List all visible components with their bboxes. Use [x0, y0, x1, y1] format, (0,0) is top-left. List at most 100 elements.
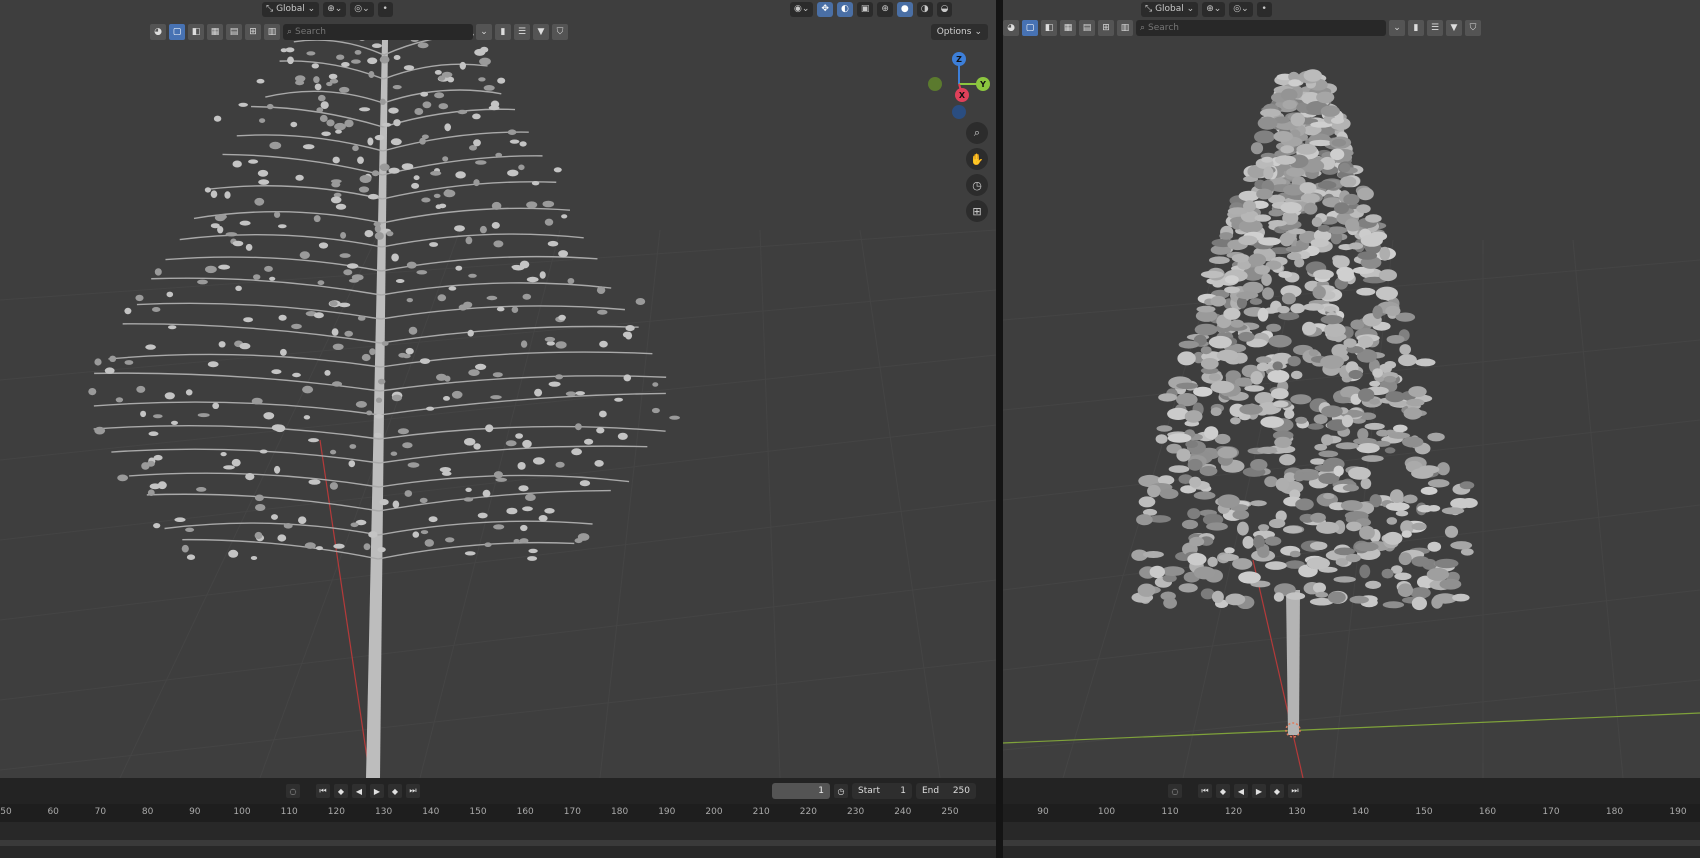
end-frame-field[interactable]: End 250: [916, 783, 976, 799]
current-frame-field[interactable]: 1: [772, 783, 830, 799]
play-reverse-icon[interactable]: ◀: [1234, 784, 1248, 798]
right-proportional-edit-button[interactable]: •: [1256, 1, 1272, 17]
gizmo-toggle[interactable]: ✥: [817, 1, 833, 17]
left-timeline-scrollbar[interactable]: [0, 840, 996, 846]
select-mode-3-icon[interactable]: ▤: [1079, 20, 1095, 36]
stopwatch-icon[interactable]: ◷: [834, 784, 848, 798]
right-header-transform: ⤡ Global ⌄ ⊕ ⌄ ◎ ⌄ •: [1141, 0, 1272, 18]
sort-icon[interactable]: ⌄: [476, 24, 492, 40]
select-mode-icon[interactable]: ◧: [188, 24, 204, 40]
shading-material[interactable]: ◑: [916, 1, 933, 17]
overlay-toggle[interactable]: ◐: [836, 1, 853, 17]
select-mode-3-icon[interactable]: ▤: [226, 24, 242, 40]
library-icon[interactable]: ▥: [264, 24, 280, 40]
filter-icon[interactable]: ▼: [1446, 20, 1462, 36]
proportional-edit-icon: •: [382, 4, 388, 14]
layout-icon[interactable]: ☰: [514, 24, 530, 40]
play-icon[interactable]: ▶: [370, 784, 384, 798]
select-box-icon[interactable]: ▢: [1022, 20, 1038, 36]
prev-keyframe-icon[interactable]: ◆: [1216, 784, 1230, 798]
right-search-field[interactable]: ⌕: [1136, 20, 1386, 36]
right-viewport[interactable]: ⤡ Global ⌄ ⊕⌄ ◎⌄ • ◕ ▢ ◧ ▦ ▤ ⊞ ▥ ⌕ ⌄ ▮ ☰…: [1003, 0, 1700, 778]
hierarchy-icon[interactable]: ⊞: [1098, 20, 1114, 36]
left-frame-tick-label: 110: [280, 807, 298, 817]
left-tool-row: ◕ ▢ ◧ ▦ ▤ ⊞ ▥ ⌕ ⌄ ▮ ☰ ▼ ⛉: [150, 22, 568, 42]
left-scene: [0, 28, 996, 778]
shield-icon[interactable]: ⛉: [1465, 20, 1481, 36]
left-frame-ruler[interactable]: 50 60 70 80 90 100 110 120 130 140 150 160 170 180 190…: [0, 804, 996, 822]
left-frame-tick-label: 60: [47, 807, 59, 817]
left-frame-tick-label: 140: [422, 807, 440, 817]
color-wheel-icon[interactable]: ◕: [1003, 20, 1019, 36]
right-snap-dropdown[interactable]: ◎ ⌄: [1229, 1, 1253, 17]
jump-start-icon[interactable]: ⏮: [1198, 784, 1212, 798]
jump-end-icon[interactable]: ⏭: [1288, 784, 1302, 798]
gizmo-neg-y-axis[interactable]: [928, 77, 942, 91]
right-transform-orientation-dropdown[interactable]: ⤡ Global ⌄: [1141, 1, 1199, 17]
gizmo-x-axis[interactable]: X: [955, 88, 969, 102]
shield-icon[interactable]: ⛉: [552, 24, 568, 40]
shading-wireframe[interactable]: ⊕: [877, 1, 893, 17]
right-pivot-dropdown[interactable]: ⊕ ⌄: [1202, 1, 1226, 17]
select-mode-2-icon[interactable]: ▦: [207, 24, 223, 40]
left-search-input[interactable]: [295, 27, 473, 37]
left-playback-controls: ◌ ⏮ ◆ ◀ ▶ ◆ ⏭: [286, 782, 420, 800]
orientation-icon: ⤡: [1145, 4, 1153, 14]
view-object-types-dropdown[interactable]: ◉ ⌄: [790, 1, 814, 17]
gizmo-z-axis[interactable]: Z: [952, 52, 966, 66]
right-timeline-tracks[interactable]: [1003, 822, 1700, 858]
library-icon[interactable]: ▥: [1117, 20, 1133, 36]
navigation-gizmo[interactable]: Z Y X: [924, 48, 994, 119]
grid-icon[interactable]: ⊞: [966, 200, 988, 222]
right-frame-tick-label: 140: [1351, 807, 1370, 817]
left-viewport[interactable]: ⤡ Global ⌄ ⊕ ⌄ ◎ ⌄ • ◉ ⌄ ✥ ◐ ▣ ⊕ ● ◑ ◒ ◕ ▢ …: [0, 0, 996, 778]
right-tree-foliage: [1131, 69, 1478, 611]
start-frame-field[interactable]: Start 1: [852, 783, 912, 799]
xray-toggle[interactable]: ▣: [856, 1, 874, 17]
select-mode-icon[interactable]: ◧: [1041, 20, 1057, 36]
color-wheel-icon[interactable]: ◕: [150, 24, 166, 40]
pane-divider[interactable]: [996, 0, 1003, 858]
left-frame-tick-label: 50: [0, 807, 12, 817]
material-sphere-icon: ◑: [920, 4, 929, 14]
proportional-edit-button[interactable]: •: [377, 1, 393, 17]
keying-icon[interactable]: ◌: [286, 784, 300, 798]
layout-icon[interactable]: ☰: [1427, 20, 1443, 36]
next-keyframe-icon[interactable]: ◆: [1270, 784, 1284, 798]
options-dropdown[interactable]: Options ⌄: [930, 24, 988, 40]
right-frame-ruler[interactable]: 90 100 110 120 130 140 150 160 170 180 190: [1003, 804, 1700, 822]
gizmo-neg-z-axis[interactable]: [952, 105, 966, 119]
camera-icon[interactable]: ◷: [966, 174, 988, 196]
shading-rendered[interactable]: ◒: [936, 1, 953, 17]
left-frame-tick-label: 150: [469, 807, 487, 817]
play-icon[interactable]: ▶: [1252, 784, 1266, 798]
select-box-icon[interactable]: ▢: [169, 24, 185, 40]
right-frame-tick-label: 160: [1478, 807, 1497, 817]
pivot-dropdown[interactable]: ⊕ ⌄: [323, 1, 347, 17]
sort-icon[interactable]: ⌄: [1389, 20, 1405, 36]
filter-icon[interactable]: ▼: [533, 24, 549, 40]
left-search-field[interactable]: ⌕: [283, 24, 473, 40]
play-reverse-icon[interactable]: ◀: [352, 784, 366, 798]
snap-dropdown[interactable]: ◎ ⌄: [350, 1, 374, 17]
shading-solid[interactable]: ●: [896, 1, 913, 17]
hierarchy-icon[interactable]: ⊞: [245, 24, 261, 40]
right-timeline-scrollbar[interactable]: [1003, 840, 1700, 846]
left-timeline-tracks[interactable]: [0, 822, 996, 858]
eye-icon: ◉: [794, 4, 802, 14]
right-frame-tick-label: 100: [1097, 807, 1116, 817]
keying-icon[interactable]: ◌: [1168, 784, 1182, 798]
bookmark-icon[interactable]: ▮: [1408, 20, 1424, 36]
jump-start-icon[interactable]: ⏮: [316, 784, 330, 798]
next-keyframe-icon[interactable]: ◆: [388, 784, 402, 798]
gizmo-y-axis[interactable]: Y: [976, 77, 990, 91]
select-mode-2-icon[interactable]: ▦: [1060, 20, 1076, 36]
prev-keyframe-icon[interactable]: ◆: [334, 784, 348, 798]
hand-pan-icon[interactable]: ✋: [966, 148, 988, 170]
bookmark-icon[interactable]: ▮: [495, 24, 511, 40]
right-search-input[interactable]: [1148, 23, 1386, 33]
zoom-icon[interactable]: ⌕: [966, 122, 988, 144]
jump-end-icon[interactable]: ⏭: [406, 784, 420, 798]
transform-orientation-dropdown[interactable]: ⤡ Global ⌄: [262, 1, 320, 17]
right-3d-viewport-pane: ⤡ Global ⌄ ⊕⌄ ◎⌄ • ◕ ▢ ◧ ▦ ▤ ⊞ ▥ ⌕ ⌄ ▮ ☰…: [1003, 0, 1700, 858]
